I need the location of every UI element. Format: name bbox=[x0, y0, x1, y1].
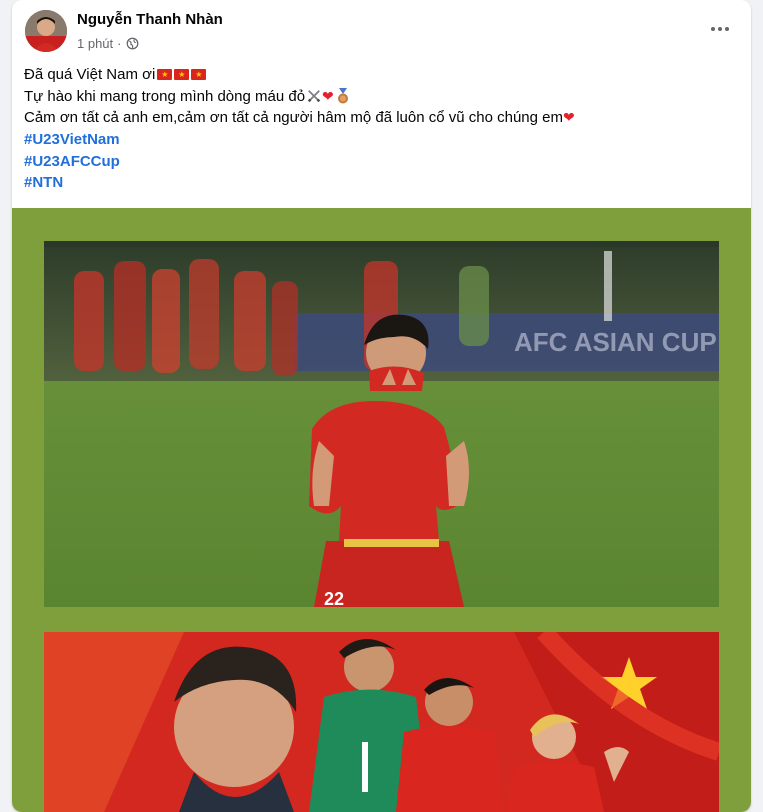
post-meta: 1 phút · bbox=[77, 36, 139, 51]
red-heart-icon: ❤ bbox=[562, 109, 575, 126]
jersey-number: 22 bbox=[324, 589, 344, 607]
hashtag-u23vietnam[interactable]: #U23VietNam bbox=[24, 131, 120, 148]
post-time[interactable]: 1 phút bbox=[77, 36, 113, 51]
team-poster-photo[interactable] bbox=[44, 632, 719, 812]
post-line-1-text: Đã quá Việt Nam ơi bbox=[24, 66, 156, 83]
post-text: Đã quá Việt Nam ơi Tự hào khi mang trong… bbox=[24, 64, 739, 194]
separator-dot: · bbox=[117, 36, 122, 51]
hashtag-ntn[interactable]: #NTN bbox=[24, 174, 63, 191]
post-card: Nguyễn Thanh Nhàn 1 phút · Đã quá Việt N… bbox=[12, 0, 751, 812]
post-line-1: Đã quá Việt Nam ơi bbox=[24, 64, 739, 86]
crossed-swords-icon bbox=[307, 89, 321, 102]
post-line-3-text: Cảm ơn tất cả anh em,cảm ơn tất cả người… bbox=[24, 109, 563, 127]
hashtag-line-2: #U23AFCCup bbox=[24, 151, 739, 173]
globe-icon[interactable] bbox=[126, 37, 139, 50]
post-line-2-text: Tự hào khi mang trong mình dòng máu đỏ bbox=[24, 87, 306, 105]
post-line-3: Cảm ơn tất cả anh em,cảm ơn tất cả người… bbox=[24, 107, 739, 129]
post-header: Nguyễn Thanh Nhàn 1 phút · bbox=[12, 0, 751, 60]
post-media[interactable]: AFC ASIAN CUP 22 bbox=[12, 208, 751, 812]
red-heart-icon: ❤ bbox=[322, 87, 334, 104]
hashtag-line-1: #U23VietNam bbox=[24, 129, 739, 151]
banner-text: AFC ASIAN CUP bbox=[514, 327, 717, 357]
hashtag-line-3: #NTN bbox=[24, 172, 739, 194]
more-options-icon[interactable] bbox=[705, 18, 735, 40]
bronze-medal-icon bbox=[337, 87, 348, 104]
vietnam-flag-icon bbox=[191, 69, 207, 80]
vietnam-flag-icon bbox=[157, 69, 173, 80]
author-name[interactable]: Nguyễn Thanh Nhàn bbox=[77, 11, 223, 28]
hashtag-u23afccup[interactable]: #U23AFCCup bbox=[24, 153, 120, 170]
post-line-2: Tự hào khi mang trong mình dòng máu đỏ ❤ bbox=[24, 86, 739, 108]
vietnam-flag-icon bbox=[174, 69, 190, 80]
author-avatar[interactable] bbox=[25, 10, 67, 52]
player-kneeling-photo[interactable]: AFC ASIAN CUP 22 bbox=[44, 241, 719, 607]
